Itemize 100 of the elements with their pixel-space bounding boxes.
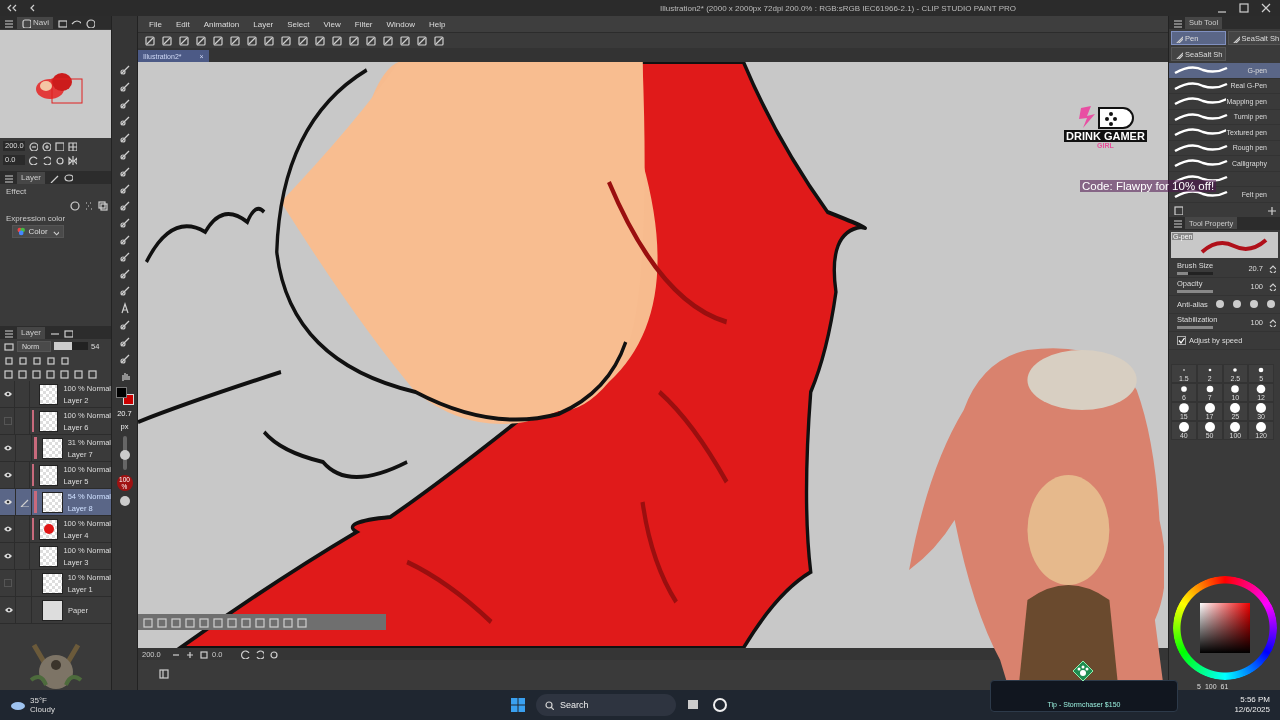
zoom-out-icon[interactable] [28,141,38,151]
image-icon[interactable] [57,17,67,28]
menu-item[interactable]: Help [421,19,453,29]
layer-color-icon[interactable] [97,199,108,211]
menu-item[interactable]: File [142,19,169,29]
temperature: 35°F [30,696,48,705]
fit-icon[interactable] [198,649,208,659]
layer-thumbnail [41,437,63,459]
size-dot-icon [1229,402,1242,413]
property-slider-fill[interactable] [1177,290,1213,293]
rotate-right-icon[interactable] [41,155,51,165]
search-field[interactable]: Search [536,694,676,716]
anti-alias-hard-icon[interactable] [1214,299,1225,309]
layer-thumbnail [39,410,59,432]
navigator-tab[interactable]: Navi [17,16,53,29]
promo-code-text: Code: Flawpy for 10% off! [1080,180,1217,192]
layer-thumbnail [42,599,63,621]
menu-item[interactable]: Layer [246,19,281,29]
clock-time: 5:56 PM [1240,695,1270,705]
layer-property-tab[interactable]: Layer [17,171,45,184]
reset-icon[interactable] [54,155,64,165]
search-label: Search [560,700,589,710]
layer-thumbnail [41,491,63,513]
color-swatches[interactable] [115,387,134,405]
layer-thumbnail [39,383,59,405]
effect-label: Effect [5,185,28,198]
layer-thumbnail [41,572,63,594]
menu-icon[interactable] [1172,218,1182,228]
brush-stroke-icon [1173,64,1229,76]
menu-icon[interactable] [3,17,13,28]
text-icon[interactable] [118,302,131,314]
menu-item[interactable]: Edit [168,19,197,29]
size-dot-icon [1177,421,1190,432]
menu-item[interactable]: Filter [347,19,380,29]
size-dot-icon [1229,383,1242,394]
paw-icon [1072,660,1094,682]
menu-item[interactable]: View [316,19,348,29]
layer-tab[interactable]: Layer [17,326,45,339]
brush-stroke-icon [1173,95,1229,107]
zoom-in-icon[interactable] [41,141,51,151]
brush-stroke-icon [1173,141,1229,154]
expression-color-label: Expression color [5,213,67,225]
opacity-slider[interactable] [54,342,88,350]
grid-icon[interactable] [67,141,77,151]
panel-icon[interactable] [158,668,170,680]
start-icon[interactable] [510,697,526,713]
size-dot-icon [1255,402,1268,413]
rotate-right-icon[interactable] [254,649,264,659]
size-dot-icon [1255,383,1268,394]
property-slider-fill[interactable] [1177,272,1188,275]
size-slider-thumb[interactable] [119,450,130,461]
spinner-icon[interactable] [1267,281,1276,291]
layer-thumbnail [39,464,59,486]
maximize-icon[interactable] [1238,2,1250,14]
reset-icon[interactable] [268,649,278,659]
add-icon[interactable] [1266,204,1276,215]
menu-icon[interactable] [3,172,13,183]
color-dots-icon [17,227,26,236]
fit-icon[interactable] [54,141,64,151]
weather-label: Cloudy [30,705,55,714]
flip-icon[interactable] [67,155,77,165]
rotate-left-icon[interactable] [240,649,250,659]
spinner-icon[interactable] [1267,317,1276,327]
menu-item[interactable]: Select [280,19,317,29]
size-dot-icon [1203,421,1216,432]
brush-stroke-icon [1173,79,1229,92]
size-dot-icon [1177,402,1190,413]
size-dot-icon [1203,402,1216,413]
close-icon[interactable] [1260,2,1272,14]
size-dot-icon [1255,421,1268,432]
menu-item[interactable]: Animation [196,19,247,29]
zoom-in-icon[interactable] [184,649,194,659]
tab-label: Navi [33,18,49,27]
size-dot-icon [1229,421,1242,432]
menu-item[interactable]: Window [379,19,422,29]
anti-alias-soft-icon[interactable] [1231,299,1242,309]
navigator-icon [21,17,31,28]
search-icon [544,700,554,710]
clock-date: 12/6/2025 [1234,705,1270,715]
brush-stroke-icon [1173,110,1229,123]
border-effect-icon[interactable] [69,199,80,211]
expression-color-dropdown[interactable]: Color [12,225,64,238]
window-title: Illustration2* (2000 x 2000px 72dpi 200.0% : RGB:sRGB IEC61966-2.1) - CLIP STUDIO PAINT PRO [658,3,1018,13]
property-slider-fill[interactable] [1177,326,1213,329]
anti-alias-medium-icon[interactable] [1248,299,1259,309]
color-square[interactable] [1200,603,1250,653]
cloud-icon[interactable] [10,700,26,710]
layer-thumbnail [39,545,59,567]
anti-alias-blur-icon[interactable] [1266,299,1276,309]
logo-title: DRINK GAMER [1064,130,1147,142]
brush-stroke-icon [1173,157,1229,169]
thumbnail-dot-icon [43,524,54,534]
checkbox[interactable] [1177,335,1186,345]
menu-icon[interactable] [3,327,13,338]
opacity-knob-icon[interactable] [119,496,130,506]
rotate-left-icon[interactable] [28,155,38,165]
spinner-icon[interactable] [1267,263,1276,273]
collapse-icon[interactable] [6,2,18,14]
menu-icon[interactable] [1172,17,1182,28]
brush-stroke-icon [1173,188,1229,200]
